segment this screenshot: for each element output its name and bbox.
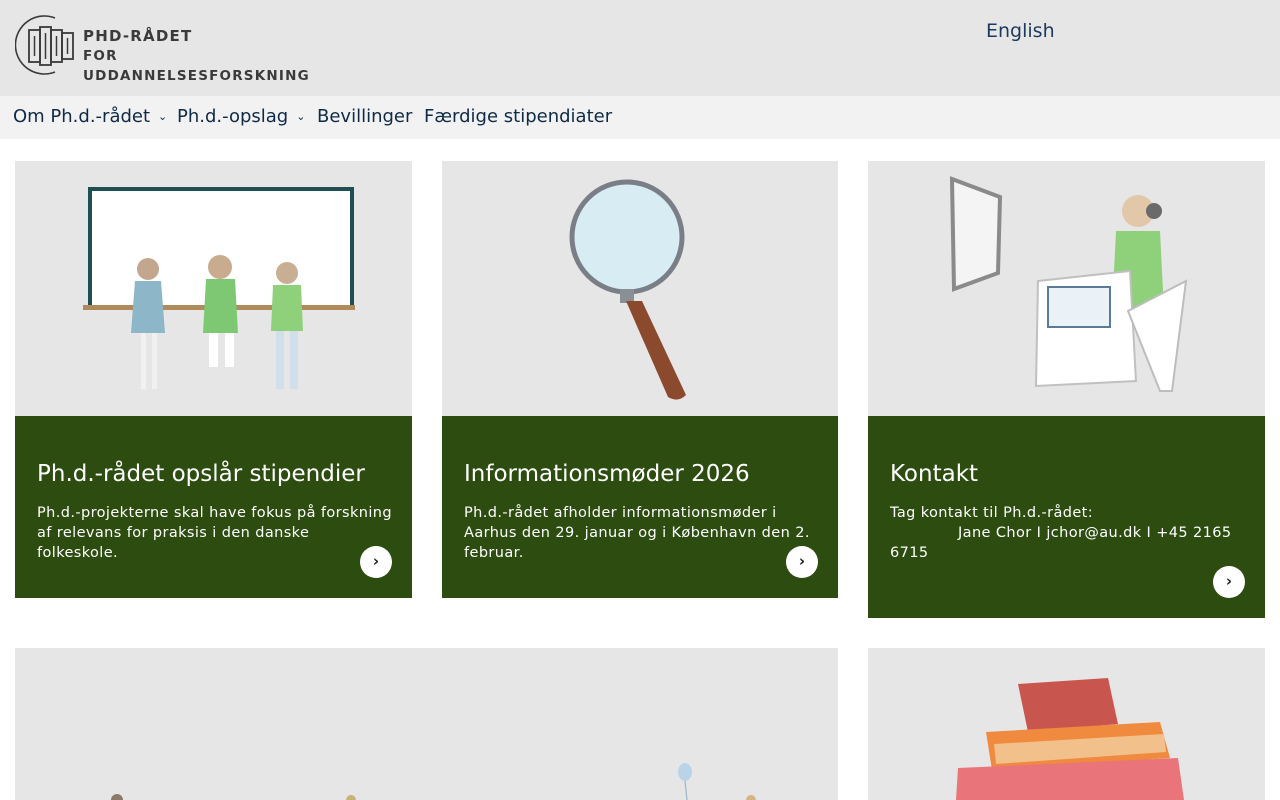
nav-item-phd-opslag[interactable]: Ph.d.-opslag ⌄ <box>177 96 305 139</box>
illustration-icon <box>111 763 756 800</box>
nav-item-om-phd-raadet[interactable]: Om Ph.d.-rådet ⌄ <box>13 96 167 139</box>
nav-item-bevillinger[interactable]: Bevillinger <box>317 96 412 139</box>
site-logo[interactable]: PHD-RÅDET FOR UDDANNELSESFORSKNING <box>15 14 315 84</box>
stack-of-books-illustration-icon <box>956 678 1184 800</box>
contact-details: Jane Chor I jchor@au.dk I +45 2165 6715 <box>890 525 1232 561</box>
card-image <box>868 161 1265 416</box>
feature-card-image[interactable] <box>15 648 838 800</box>
card-title: Ph.d.-rådet opslår stipendier <box>37 461 365 487</box>
main-navigation: Om Ph.d.-rådet ⌄ Ph.d.-opslag ⌄ Bevillinge… <box>0 96 1280 139</box>
feature-card-books-image[interactable] <box>868 648 1265 800</box>
card-description: Ph.d.-projekterne skal have fokus på for… <box>37 505 392 561</box>
news-card-stipendier[interactable]: Ph.d.-rådet opslår stipendier Ph.d.-proj… <box>15 161 412 598</box>
chevron-down-icon: ⌄ <box>158 110 168 123</box>
chevron-right-icon[interactable]: › <box>786 546 818 578</box>
logo-mark-icon <box>15 15 74 75</box>
nav-item-label: Bevillinger <box>317 106 413 127</box>
news-card-informationsmoeder[interactable]: Informationsmøder 2026 Ph.d.-rådet afhol… <box>442 161 838 598</box>
nav-item-label: Ph.d.-opslag <box>177 106 289 127</box>
nav-item-label: Færdige stipendiater <box>424 106 613 127</box>
news-card-kontakt[interactable]: Kontakt Tag kontakt til Ph.d.-rådet: Jan… <box>868 161 1265 618</box>
language-switch-link[interactable]: English <box>986 20 1055 42</box>
chevron-down-icon: ⌄ <box>296 110 306 123</box>
logo-text: PHD-RÅDET FOR UDDANNELSESFORSKNING <box>83 26 315 86</box>
nav-item-label: Om Ph.d.-rådet <box>13 106 151 127</box>
logo-line-1: PHD-RÅDET <box>83 27 193 45</box>
magnifying-glass-illustration-icon <box>569 179 686 400</box>
card-image <box>15 161 412 416</box>
chevron-right-icon[interactable]: › <box>360 546 392 578</box>
card-description: Tag kontakt til Ph.d.-rådet: Jane Chor I… <box>890 503 1245 563</box>
card-title: Kontakt <box>890 461 979 487</box>
site-header: PHD-RÅDET FOR UDDANNELSESFORSKNING Engli… <box>0 0 1280 96</box>
logo-line-2: FOR UDDANNELSESFORSKNING <box>83 48 310 84</box>
chevron-right-icon[interactable]: › <box>1213 566 1245 598</box>
card-title: Informationsmøder 2026 <box>464 461 750 487</box>
card-image <box>442 161 838 416</box>
card-description: Ph.d.-rådet afholder informationsmøder i… <box>464 505 810 561</box>
nav-item-faerdige-stipendiater[interactable]: Færdige stipendiater <box>424 96 612 139</box>
child-at-desk-illustration-icon <box>949 176 1188 392</box>
children-at-whiteboard-illustration-icon <box>83 187 355 389</box>
card-description-line: Tag kontakt til Ph.d.-rådet: <box>890 505 1094 521</box>
